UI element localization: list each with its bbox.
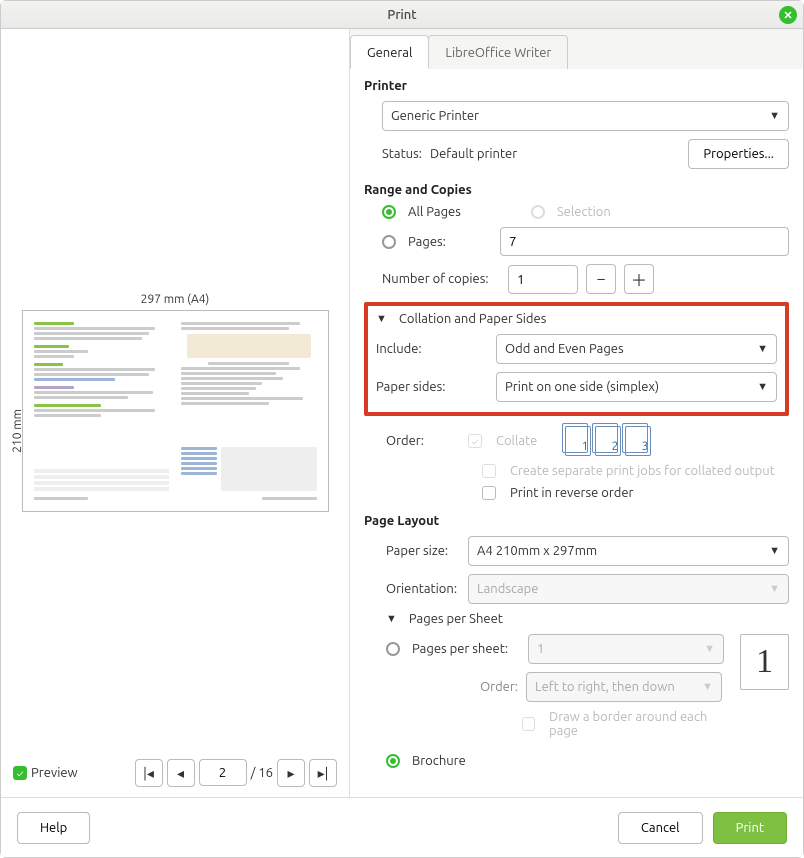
title: Print bbox=[387, 8, 416, 22]
dimension-width: 297 mm (A4) bbox=[141, 293, 210, 306]
status-value: Default printer bbox=[430, 147, 517, 161]
titlebar: Print ✕ bbox=[1, 1, 803, 29]
preview-page-right bbox=[178, 319, 320, 503]
preview-checkbox[interactable]: ✓ Preview bbox=[13, 766, 78, 780]
preview-label: Preview bbox=[31, 766, 78, 780]
layout-section-title: Page Layout bbox=[364, 514, 789, 528]
preview-page-left bbox=[31, 319, 173, 503]
radio-all-pages[interactable] bbox=[382, 205, 396, 219]
cancel-button[interactable]: Cancel bbox=[618, 812, 703, 844]
orientation-label: Orientation: bbox=[364, 582, 460, 596]
footer: Help Cancel Print bbox=[1, 797, 803, 857]
printer-section-title: Printer bbox=[364, 79, 789, 93]
page-number-input[interactable] bbox=[199, 759, 247, 786]
include-select[interactable]: Odd and Even Pages▼ bbox=[496, 334, 777, 364]
check-icon: ✓ bbox=[13, 766, 27, 780]
settings-pane: General LibreOffice Writer Printer Gener… bbox=[349, 29, 803, 797]
pps-order-label: Order: bbox=[428, 680, 518, 694]
preview-sheet bbox=[22, 310, 329, 512]
close-button[interactable]: ✕ bbox=[779, 6, 797, 24]
help-button[interactable]: Help bbox=[17, 812, 90, 844]
sides-select[interactable]: Print on one side (simplex)▼ bbox=[496, 372, 777, 402]
last-page-button[interactable]: ▸| bbox=[309, 759, 337, 787]
pps-order-select: Left to right, then down▼ bbox=[526, 672, 722, 702]
chevron-down-icon[interactable]: ▼ bbox=[376, 313, 387, 325]
first-page-button[interactable]: |◂ bbox=[135, 759, 163, 787]
status-label: Status: bbox=[382, 147, 422, 161]
radio-selection bbox=[531, 205, 545, 219]
sides-label: Paper sides: bbox=[376, 380, 488, 394]
radio-pages[interactable] bbox=[382, 235, 396, 249]
preview-pane: 297 mm (A4) 210 mm bbox=[1, 29, 349, 797]
pps-header: Pages per Sheet bbox=[409, 612, 503, 626]
tab-general[interactable]: General bbox=[350, 35, 429, 69]
radio-pages-per-sheet[interactable] bbox=[386, 642, 400, 656]
copies-decrement[interactable]: − bbox=[586, 264, 616, 294]
print-button[interactable]: Print bbox=[713, 812, 787, 844]
dimension-height: 210 mm bbox=[11, 409, 24, 453]
separate-jobs-checkbox bbox=[482, 464, 496, 478]
tab-writer[interactable]: LibreOffice Writer bbox=[428, 35, 568, 69]
collate-checkbox: ✓ bbox=[468, 434, 482, 448]
border-checkbox bbox=[522, 717, 535, 731]
prev-page-button[interactable]: ◂ bbox=[167, 759, 195, 787]
collation-highlight: ▼ Collation and Paper Sides Include: Odd… bbox=[364, 302, 789, 416]
properties-button[interactable]: Properties... bbox=[688, 139, 789, 169]
next-page-button[interactable]: ▸ bbox=[277, 759, 305, 787]
orientation-select: Landscape▼ bbox=[468, 574, 789, 604]
copies-increment[interactable]: ＋ bbox=[624, 264, 654, 294]
paper-size-select[interactable]: A4 210mm x 297mm▼ bbox=[468, 536, 789, 566]
collate-icon-group: 123 bbox=[565, 426, 651, 456]
page-total: / 16 bbox=[251, 766, 273, 780]
printer-select[interactable]: Generic Printer▼ bbox=[382, 101, 789, 131]
radio-brochure[interactable] bbox=[386, 754, 400, 768]
include-label: Include: bbox=[376, 342, 488, 356]
pages-per-sheet-preview: 1 bbox=[740, 634, 789, 690]
pps-select: 1▼ bbox=[528, 634, 724, 664]
order-label: Order: bbox=[364, 434, 460, 448]
reverse-checkbox[interactable] bbox=[482, 486, 496, 500]
pages-input[interactable] bbox=[500, 227, 789, 256]
collation-header: Collation and Paper Sides bbox=[399, 312, 546, 326]
range-section-title: Range and Copies bbox=[364, 183, 789, 197]
chevron-down-icon[interactable]: ▼ bbox=[386, 613, 397, 625]
copies-input[interactable] bbox=[508, 265, 578, 294]
tabs: General LibreOffice Writer bbox=[350, 29, 803, 69]
paper-size-label: Paper size: bbox=[364, 544, 460, 558]
